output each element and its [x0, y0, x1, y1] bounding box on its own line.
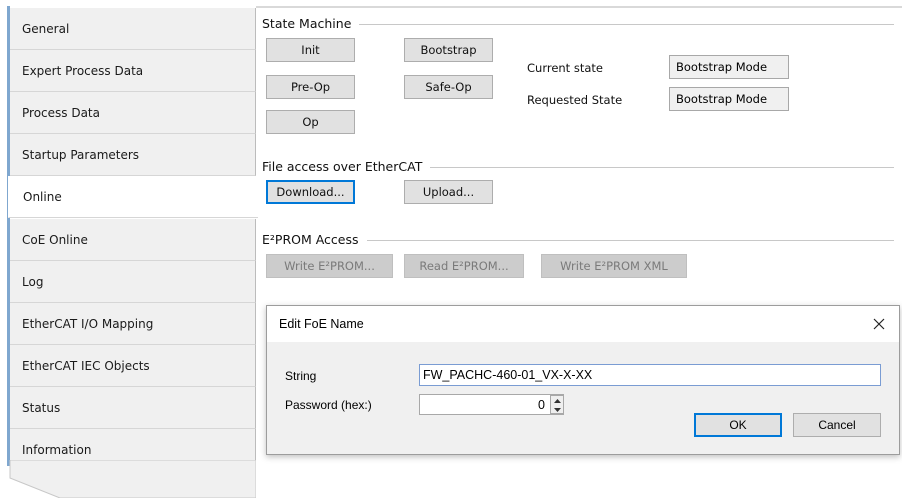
- upload-button[interactable]: Upload...: [404, 180, 493, 204]
- sidebar-item-label: CoE Online: [22, 232, 88, 247]
- sidebar-item-process-data[interactable]: Process Data: [10, 92, 256, 134]
- sidebar-item-label: Log: [22, 274, 44, 289]
- init-button[interactable]: Init: [266, 38, 355, 62]
- dialog-titlebar: Edit FoE Name: [267, 306, 899, 342]
- safeop-button[interactable]: Safe-Op: [404, 75, 493, 99]
- sidebar-item-label: EtherCAT IEC Objects: [22, 358, 150, 373]
- sidebar-item-label: Online: [23, 189, 62, 204]
- edit-foe-name-dialog: Edit FoE Name String FW_PACHC-460-01_VX-…: [266, 305, 900, 455]
- sidebar-item-status[interactable]: Status: [10, 387, 256, 429]
- requested-state-value: Bootstrap Mode: [669, 87, 789, 111]
- ok-button[interactable]: OK: [694, 413, 782, 437]
- sidebar-item-ethercat-io-mapping[interactable]: EtherCAT I/O Mapping: [10, 303, 256, 345]
- sidebar-item-label: General: [22, 21, 70, 36]
- current-state-label: Current state: [527, 61, 603, 75]
- preop-button[interactable]: Pre-Op: [266, 75, 355, 99]
- sidebar-item-log[interactable]: Log: [10, 261, 256, 303]
- sidebar-item-label: EtherCAT I/O Mapping: [22, 316, 154, 331]
- string-input[interactable]: FW_PACHC-460-01_VX-X-XX: [419, 364, 881, 386]
- sidebar-item-label: Startup Parameters: [22, 147, 140, 162]
- dialog-title: Edit FoE Name: [279, 317, 364, 331]
- sidebar-item-label: Information: [22, 442, 92, 457]
- spin-up-icon[interactable]: [551, 396, 563, 405]
- close-icon[interactable]: [867, 312, 891, 336]
- sidebar-item-label: Expert Process Data: [22, 63, 144, 78]
- write-eeprom-button[interactable]: Write E²PROM...: [266, 254, 393, 278]
- sidebar-item-ethercat-iec-objects[interactable]: EtherCAT IEC Objects: [10, 345, 256, 387]
- read-eeprom-button[interactable]: Read E²PROM...: [404, 254, 524, 278]
- file-access-title: File access over EtherCAT: [262, 159, 431, 174]
- spin-down-icon[interactable]: [551, 405, 563, 414]
- sidebar-page-fold: [9, 460, 256, 498]
- sidebar-item-online[interactable]: Online: [8, 176, 258, 218]
- cancel-button[interactable]: Cancel: [793, 413, 881, 437]
- write-eeprom-xml-button[interactable]: Write E²PROM XML: [541, 254, 687, 278]
- sidebar: General Expert Process Data Process Data…: [0, 6, 258, 498]
- sidebar-item-coe-online[interactable]: CoE Online: [10, 219, 256, 261]
- password-input[interactable]: 0: [419, 394, 564, 415]
- current-state-value: Bootstrap Mode: [669, 55, 789, 79]
- requested-state-label: Requested State: [527, 93, 623, 107]
- string-label: String: [285, 369, 317, 383]
- sidebar-item-expert-process-data[interactable]: Expert Process Data: [10, 50, 256, 92]
- sidebar-item-label: Process Data: [22, 105, 100, 120]
- password-spinner[interactable]: [550, 395, 564, 414]
- bootstrap-button[interactable]: Bootstrap: [404, 38, 493, 62]
- eeprom-title: E²PROM Access: [262, 232, 367, 247]
- password-label: Password (hex:): [285, 398, 372, 412]
- state-machine-divider: [268, 24, 894, 25]
- sidebar-item-general[interactable]: General: [10, 8, 256, 50]
- sidebar-item-label: Status: [22, 400, 61, 415]
- sidebar-item-startup-parameters[interactable]: Startup Parameters: [10, 134, 256, 176]
- op-button[interactable]: Op: [266, 110, 355, 134]
- state-machine-title: State Machine: [262, 16, 360, 31]
- download-button[interactable]: Download...: [266, 180, 355, 204]
- top-border: [256, 6, 902, 8]
